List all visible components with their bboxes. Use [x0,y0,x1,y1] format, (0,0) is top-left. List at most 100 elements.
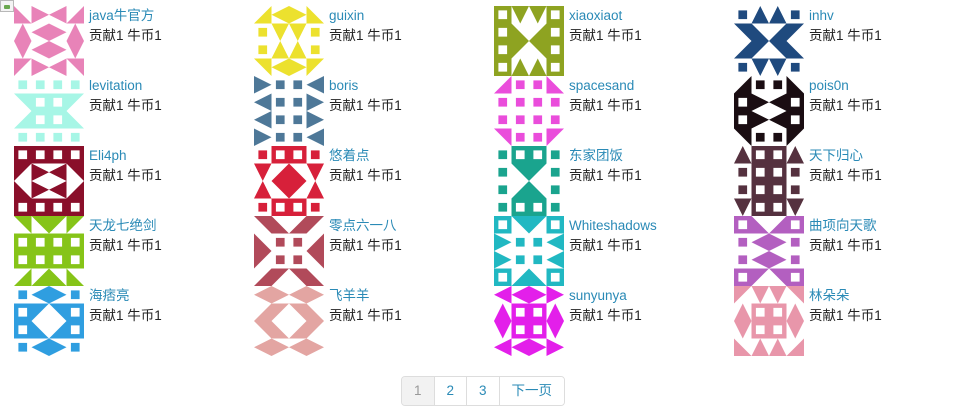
avatar-icon[interactable] [14,286,84,356]
coin-count: 牛币1 [607,28,642,43]
member-card: pois0n 贡献1 牛币1 [720,70,950,146]
avatar-icon[interactable] [254,6,324,76]
member-card: 天下归心贡献1 牛币1 [720,140,950,216]
member-card: inhv 贡献1 牛币1 [720,0,950,76]
member-name-link[interactable]: sunyunya [569,287,627,305]
avatar-icon[interactable] [494,146,564,216]
next-page-button[interactable]: 下一页 [498,377,565,405]
member-card: levitation 贡献1 牛币1 [0,70,230,146]
member-name-link[interactable]: 零点六一八 [329,217,397,235]
member-stats: 贡献1 牛币1 [569,307,642,325]
contribution-count: 贡献1 [809,168,844,183]
member-name-link[interactable]: xiaoxiaot [569,7,622,25]
member-name-link[interactable]: inhv [809,7,834,25]
member-card: 飞羊羊贡献1 牛币1 [240,280,470,356]
contribution-count: 贡献1 [809,28,844,43]
avatar-icon[interactable] [734,6,804,76]
member-card: guixin 贡献1 牛币1 [240,0,470,76]
member-stats: 贡献1 牛币1 [329,27,402,45]
member-stats: 贡献1 牛币1 [569,27,642,45]
contribution-count: 贡献1 [329,98,364,113]
member-name-link[interactable]: 曲项向天歌 [809,217,877,235]
contribution-count: 贡献1 [329,308,364,323]
avatar-icon[interactable] [494,76,564,146]
member-stats: 贡献1 牛币1 [89,167,162,185]
member-stats: 贡献1 牛币1 [809,27,882,45]
coin-count: 牛币1 [607,168,642,183]
member-name-link[interactable]: spacesand [569,77,634,95]
coin-count: 牛币1 [607,308,642,323]
avatar-icon[interactable] [254,216,324,286]
coin-count: 牛币1 [367,28,402,43]
member-name-link[interactable]: Whiteshadows [569,217,657,235]
avatar-icon[interactable] [734,286,804,356]
avatar-icon[interactable] [494,6,564,76]
member-stats: 贡献1 牛币1 [329,237,402,255]
avatar-icon[interactable] [734,216,804,286]
member-stats: 贡献1 牛币1 [329,167,402,185]
page-3-button[interactable]: 3 [466,377,499,405]
page-1-button[interactable]: 1 [402,377,434,405]
contribution-count: 贡献1 [329,238,364,253]
member-name-link[interactable]: java牛官方 [89,7,154,25]
member-name-link[interactable]: levitation [89,77,142,95]
avatar-icon[interactable] [734,76,804,146]
avatar-icon[interactable] [14,76,84,146]
contribution-count: 贡献1 [89,308,124,323]
avatar-icon[interactable] [254,286,324,356]
member-name-link[interactable]: guixin [329,7,364,25]
coin-count: 牛币1 [127,168,162,183]
member-name-link[interactable]: 天龙七绝剑 [89,217,157,235]
page-2-button[interactable]: 2 [433,377,467,405]
pagination: 1 2 3 下一页 [401,376,566,406]
member-name-link[interactable]: 天下归心 [809,147,863,165]
member-stats: 贡献1 牛币1 [809,97,882,115]
avatar-icon[interactable] [494,286,564,356]
avatar-icon[interactable] [494,216,564,286]
member-name-link[interactable]: 东家团饭 [569,147,623,165]
member-card: Eli4ph 贡献1 牛币1 [0,140,230,216]
member-name-link[interactable]: 飞羊羊 [329,287,370,305]
member-grid: java牛官方 贡献1 牛币1 guixin 贡献1 牛币1 xiaoxiaot 贡献1 … [0,0,956,360]
contribution-count: 贡献1 [569,168,604,183]
member-name-link[interactable]: boris [329,77,358,95]
coin-count: 牛币1 [607,238,642,253]
avatar-icon[interactable] [14,6,84,76]
member-stats: 贡献1 牛币1 [569,97,642,115]
coin-count: 牛币1 [367,238,402,253]
coin-count: 牛币1 [127,28,162,43]
member-card: java牛官方 贡献1 牛币1 [0,0,230,76]
member-card: 林朵朵贡献1 牛币1 [720,280,950,356]
member-stats: 贡献1 牛币1 [89,237,162,255]
member-name-link[interactable]: Eli4ph [89,147,127,165]
contribution-count: 贡献1 [569,238,604,253]
member-card: 海痞亮 贡献1 牛币1 [0,280,230,356]
avatar-icon[interactable] [14,146,84,216]
member-stats: 贡献1 牛币1 [809,167,882,185]
member-name-link[interactable]: 林朵朵 [809,287,850,305]
member-card: spacesand 贡献1 牛币1 [480,70,710,146]
member-name-link[interactable]: 海痞亮 [89,287,130,305]
member-name-link[interactable]: 悠着点 [329,147,370,165]
member-card: xiaoxiaot 贡献1 牛币1 [480,0,710,76]
member-stats: 贡献1 牛币1 [329,307,402,325]
member-stats: 贡献1 牛币1 [569,237,642,255]
contribution-count: 贡献1 [569,28,604,43]
member-stats: 贡献1 牛币1 [89,27,162,45]
avatar-icon[interactable] [14,216,84,286]
coin-count: 牛币1 [847,308,882,323]
member-stats: 贡献1 牛币1 [89,97,162,115]
member-stats: 贡献1 牛币1 [329,97,402,115]
contribution-count: 贡献1 [569,308,604,323]
member-card: 天龙七绝剑贡献1 牛币1 [0,210,230,286]
member-card: 东家团饭贡献1 牛币1 [480,140,710,216]
member-stats: 贡献1 牛币1 [809,237,882,255]
avatar-icon[interactable] [254,146,324,216]
member-name-link[interactable]: pois0n [809,77,849,95]
avatar-icon[interactable] [734,146,804,216]
coin-count: 牛币1 [607,98,642,113]
member-stats: 贡献1 牛币1 [809,307,882,325]
avatar-icon[interactable] [254,76,324,146]
contribution-count: 贡献1 [569,98,604,113]
member-card: boris 贡献1 牛币1 [240,70,470,146]
